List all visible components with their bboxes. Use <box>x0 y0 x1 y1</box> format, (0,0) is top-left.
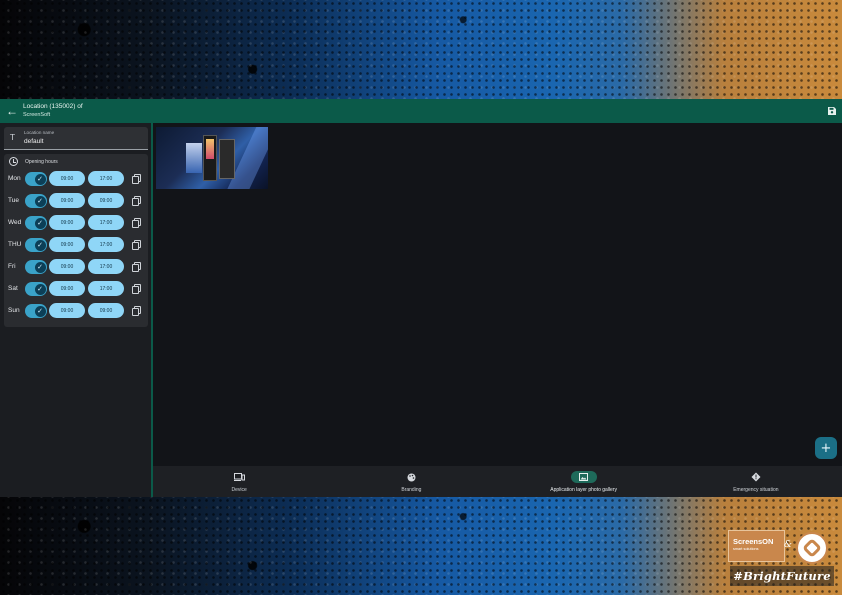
save-icon[interactable] <box>826 105 838 117</box>
thumbnail-kiosk <box>203 135 217 181</box>
open-time-chip[interactable]: 09:00 <box>49 237 85 252</box>
nav-item-branding[interactable]: Branding <box>325 466 497 497</box>
day-label: Wed <box>8 219 22 226</box>
day-row-wed: Wed ✓ 09:00 17:00 <box>4 215 148 231</box>
opening-hours-title: Opening hours <box>25 158 58 165</box>
gallery-photo-thumbnail[interactable] <box>156 127 268 189</box>
back-arrow-icon[interactable]: ← <box>3 102 21 120</box>
nav-label-branding: Branding <box>401 487 422 493</box>
copy-icon[interactable] <box>132 240 141 250</box>
day-row-thu: THU ✓ 09:00 17:00 <box>4 237 148 253</box>
brand-hashtag: #BrightFuture <box>730 566 834 586</box>
thumbnail-screen <box>186 143 202 173</box>
location-name-field[interactable]: T Location name default <box>4 127 148 150</box>
page-title: Location (135002) of <box>23 103 83 110</box>
nav-label-photo-gallery: Application layer photo gallery <box>550 487 617 493</box>
open-time-chip[interactable]: 09:00 <box>49 259 85 274</box>
day-toggle[interactable]: ✓ <box>25 238 47 252</box>
image-icon <box>570 471 597 483</box>
palette-icon <box>398 471 424 483</box>
close-time-chip[interactable]: 17:00 <box>88 171 124 186</box>
check-icon: ✓ <box>34 261 46 273</box>
open-time-chip[interactable]: 09:00 <box>49 193 85 208</box>
page-subtitle: ScreenSoft <box>23 111 51 118</box>
check-icon: ✓ <box>34 239 46 251</box>
day-row-mon: Mon ✓ 09:00 17:00 <box>4 171 148 187</box>
day-row-fri: Fri ✓ 09:00 17:00 <box>4 259 148 275</box>
nav-item-photo-gallery[interactable]: Application layer photo gallery <box>498 466 670 497</box>
day-toggle[interactable]: ✓ <box>25 216 47 230</box>
day-toggle[interactable]: ✓ <box>25 282 47 296</box>
copy-icon[interactable] <box>132 174 141 184</box>
day-label: Tue <box>8 197 19 204</box>
day-row-sat: Sat ✓ 09:00 17:00 <box>4 281 148 297</box>
clock-icon <box>9 157 18 166</box>
thumbnail-kiosk-secondary <box>219 139 235 179</box>
partner-logo-icon <box>796 532 828 564</box>
open-time-chip[interactable]: 09:00 <box>49 171 85 186</box>
open-time-chip[interactable]: 09:00 <box>49 281 85 296</box>
app-bar: ← Location (135002) of ScreenSoft <box>0 99 842 123</box>
photo-gallery-area: + <box>153 123 842 466</box>
day-row-tue: Tue ✓ 09:00 09:00 <box>4 193 148 209</box>
day-toggle[interactable]: ✓ <box>25 304 47 318</box>
close-time-chip[interactable]: 17:00 <box>88 259 124 274</box>
brand-logo: ScreensON smart solutions & #BrightFutur… <box>726 528 836 590</box>
text-icon: T <box>10 133 15 142</box>
day-toggle[interactable]: ✓ <box>25 260 47 274</box>
brand-name: ScreensON <box>733 537 774 546</box>
nav-item-device[interactable]: Device <box>153 466 325 497</box>
add-photo-button[interactable]: + <box>815 437 837 459</box>
app-bar-titles: Location (135002) of ScreenSoft <box>23 103 83 118</box>
check-icon: ✓ <box>34 305 46 317</box>
close-time-chip[interactable]: 17:00 <box>88 215 124 230</box>
check-icon: ✓ <box>34 217 46 229</box>
open-time-chip[interactable]: 09:00 <box>49 303 85 318</box>
check-icon: ✓ <box>34 283 46 295</box>
day-label: Mon <box>8 175 21 182</box>
location-name-value[interactable]: default <box>24 138 44 145</box>
nav-label-emergency: Emergency situation <box>733 487 779 493</box>
background-bottom <box>0 497 842 595</box>
opening-hours-header: Opening hours <box>9 157 58 166</box>
nav-label-device: Device <box>231 487 247 493</box>
app-window: ← Location (135002) of ScreenSoft T Loca… <box>0 99 842 497</box>
day-label: Sat <box>8 285 18 292</box>
opening-hours-card: Opening hours Mon ✓ 09:00 17:00 Tue ✓ 09… <box>4 154 148 327</box>
device-icon <box>226 471 252 483</box>
warning-diamond-icon <box>743 471 769 483</box>
brand-tagline: smart solutions <box>733 547 759 551</box>
close-time-chip[interactable]: 17:00 <box>88 237 124 252</box>
nav-item-emergency[interactable]: Emergency situation <box>670 466 842 497</box>
copy-icon[interactable] <box>132 284 141 294</box>
background-top <box>0 0 842 99</box>
open-time-chip[interactable]: 09:00 <box>49 215 85 230</box>
day-toggle[interactable]: ✓ <box>25 172 47 186</box>
check-icon: ✓ <box>34 195 46 207</box>
day-row-sun: Sun ✓ 09:00 09:00 <box>4 303 148 319</box>
bottom-navigation: Device Branding Application layer photo … <box>153 466 842 497</box>
close-time-chip[interactable]: 09:00 <box>88 193 124 208</box>
close-time-chip[interactable]: 09:00 <box>88 303 124 318</box>
copy-icon[interactable] <box>132 196 141 206</box>
copy-icon[interactable] <box>132 218 141 228</box>
close-time-chip[interactable]: 17:00 <box>88 281 124 296</box>
day-label: THU <box>8 241 22 248</box>
day-label: Sun <box>8 307 20 314</box>
copy-icon[interactable] <box>132 306 141 316</box>
copy-icon[interactable] <box>132 262 141 272</box>
screenson-logo: ScreensON smart solutions <box>728 530 785 562</box>
day-toggle[interactable]: ✓ <box>25 194 47 208</box>
ampersand-glyph: & <box>784 540 793 550</box>
check-icon: ✓ <box>34 173 46 185</box>
settings-panel: T Location name default Opening hours Mo… <box>0 123 153 497</box>
day-label: Fri <box>8 263 16 270</box>
location-name-label: Location name <box>24 130 55 135</box>
